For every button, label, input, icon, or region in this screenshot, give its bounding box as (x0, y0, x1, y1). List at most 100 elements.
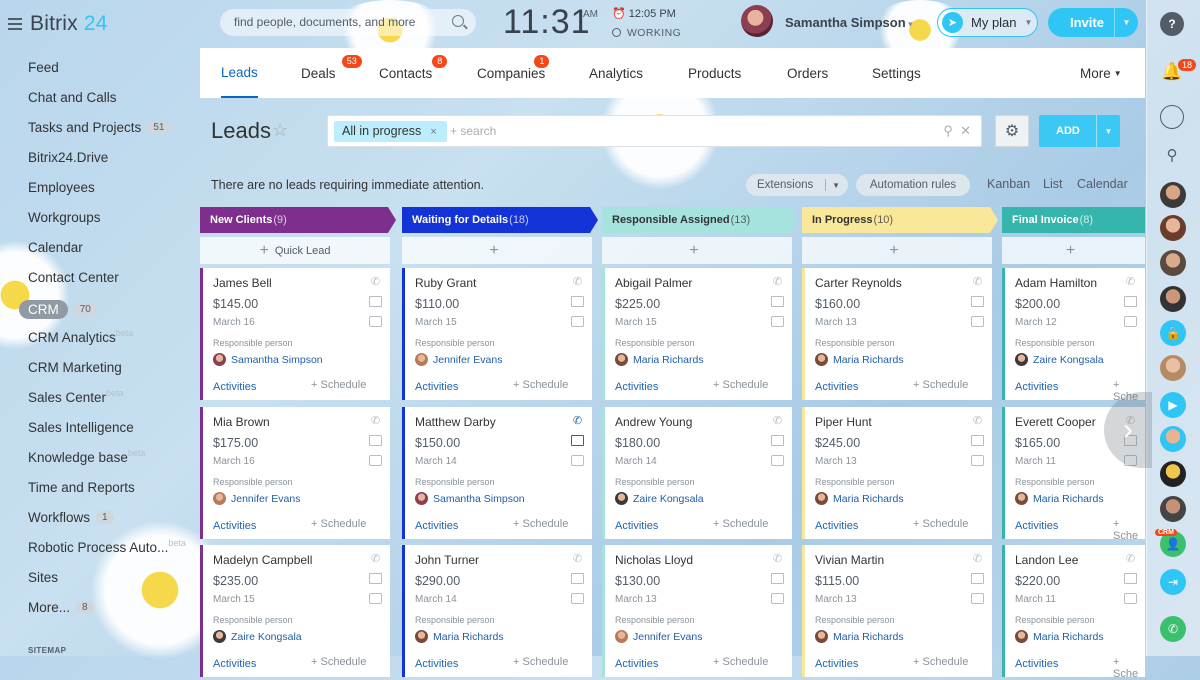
add-button[interactable]: ADD ▼ (1039, 115, 1120, 147)
close-icon[interactable]: ✕ (960, 123, 971, 138)
schedule-link[interactable]: + Schedule (913, 379, 968, 391)
phone-icon[interactable]: ✆ (571, 416, 584, 427)
menu-item-time-and-reports[interactable]: Time and Reports (28, 480, 135, 495)
menu-item-workflows[interactable]: Workflows 1 (28, 510, 114, 525)
responsible-person[interactable]: Maria Richards (1015, 492, 1104, 505)
menu-item-tasks-and-projects[interactable]: Tasks and Projects 51 (28, 120, 171, 135)
menu-item-calendar[interactable]: Calendar (28, 240, 83, 255)
responsible-person[interactable]: Jennifer Evans (615, 630, 702, 643)
menu-item-feed[interactable]: Feed (28, 60, 59, 75)
search-icon[interactable]: ⚲ (1160, 143, 1184, 167)
add-card-button[interactable]: + (802, 237, 992, 264)
phone-icon[interactable]: ✆ (971, 416, 984, 427)
lead-name[interactable]: Abigail Palmer (615, 276, 692, 290)
tab-settings[interactable]: Settings (872, 48, 921, 98)
chat-icon[interactable] (369, 455, 382, 466)
column-header[interactable]: In Progress (10) (802, 207, 998, 233)
schedule-link[interactable]: + Schedule (913, 656, 968, 668)
chat-icon[interactable] (771, 316, 784, 327)
contact-avatar[interactable] (1160, 426, 1186, 452)
add-card-button[interactable]: + (1002, 237, 1145, 264)
activities-link[interactable]: Activities (415, 658, 458, 670)
menu-item-crm-analytics[interactable]: CRM Analytics beta (28, 328, 133, 346)
menu-burger-icon[interactable] (8, 18, 22, 30)
chat-icon[interactable] (571, 316, 584, 327)
mail-icon[interactable] (771, 435, 784, 446)
menu-item-workgroups[interactable]: Workgroups (28, 210, 101, 225)
extensions-button[interactable]: Extensions ▼ (746, 174, 848, 196)
user-name[interactable]: Samantha Simpson (785, 15, 913, 30)
activities-link[interactable]: Activities (213, 520, 256, 532)
responsible-person[interactable]: Jennifer Evans (415, 353, 502, 366)
schedule-link[interactable]: + Schedule (311, 518, 366, 530)
activities-link[interactable]: Activities (615, 658, 658, 670)
chat-icon[interactable] (571, 593, 584, 604)
activities-link[interactable]: Activities (213, 381, 256, 393)
activities-link[interactable]: Activities (1015, 381, 1058, 393)
tab-companies[interactable]: Companies (477, 48, 545, 98)
view-calendar[interactable]: Calendar (1077, 177, 1128, 191)
mail-icon[interactable] (571, 296, 584, 307)
menu-item-sales-center[interactable]: Sales Center beta (28, 388, 124, 406)
responsible-person[interactable]: Maria Richards (615, 353, 704, 366)
chat-icon[interactable] (971, 593, 984, 604)
chat-icon[interactable] (971, 316, 984, 327)
lead-name[interactable]: Madelyn Campbell (213, 553, 312, 567)
lead-card[interactable]: Mia Brown $175.00 March 16 Responsible pers… (200, 407, 390, 539)
responsible-person[interactable]: Zaire Kongsala (1015, 353, 1104, 366)
schedule-link[interactable]: + Schedule (513, 379, 568, 391)
mail-icon[interactable] (571, 435, 584, 446)
mail-icon[interactable] (971, 573, 984, 584)
activities-link[interactable]: Activities (815, 658, 858, 670)
phone-icon[interactable]: ✆ (1160, 616, 1186, 642)
lead-name[interactable]: Matthew Darby (415, 415, 496, 429)
schedule-link[interactable]: + Sche (1113, 656, 1145, 680)
menu-item-sites[interactable]: Sites (28, 570, 58, 585)
activities-link[interactable]: Activities (1015, 658, 1058, 670)
lead-name[interactable]: Landon Lee (1015, 553, 1078, 567)
chat-icon[interactable] (1160, 105, 1184, 129)
phone-icon[interactable]: ✆ (369, 277, 382, 288)
lead-card[interactable]: James Bell $145.00 March 16 Responsible per… (200, 268, 390, 400)
lead-card[interactable]: Carter Reynolds $160.00 March 13 Responsibl… (802, 268, 992, 400)
schedule-link[interactable]: + Schedule (311, 379, 366, 391)
activities-link[interactable]: Activities (815, 520, 858, 532)
lead-card[interactable]: John Turner $290.00 March 14 Responsible pe… (402, 545, 592, 677)
menu-item-more[interactable]: More... 8 (28, 600, 94, 615)
responsible-person[interactable]: Maria Richards (815, 353, 904, 366)
view-list[interactable]: List (1043, 177, 1062, 191)
tab-contacts[interactable]: Contacts (379, 48, 432, 98)
lead-card[interactable]: Nicholas Lloyd $130.00 March 13 Responsible… (602, 545, 792, 677)
contact-avatar[interactable] (1160, 496, 1186, 522)
mail-icon[interactable] (971, 435, 984, 446)
add-dropdown-icon[interactable]: ▼ (1096, 115, 1120, 147)
contact-avatar[interactable] (1160, 182, 1186, 208)
schedule-link[interactable]: + Schedule (513, 656, 568, 668)
mail-icon[interactable] (369, 296, 382, 307)
tab-more[interactable]: More ▼ (1080, 48, 1122, 98)
responsible-person[interactable]: Zaire Kongsala (615, 492, 704, 505)
chat-icon[interactable] (369, 593, 382, 604)
activities-link[interactable]: Activities (1015, 520, 1058, 532)
tab-deals[interactable]: Deals (301, 48, 336, 98)
chat-icon[interactable] (771, 455, 784, 466)
lead-name[interactable]: Nicholas Lloyd (615, 553, 693, 567)
phone-icon[interactable]: ✆ (369, 554, 382, 565)
view-kanban[interactable]: Kanban (987, 177, 1030, 191)
activities-link[interactable]: Activities (415, 520, 458, 532)
sitemap-link[interactable]: SITEMAP (28, 646, 66, 655)
chat-icon[interactable] (771, 593, 784, 604)
tab-orders[interactable]: Orders (787, 48, 828, 98)
mail-icon[interactable] (571, 573, 584, 584)
phone-icon[interactable]: ✆ (369, 416, 382, 427)
menu-item-crm-marketing[interactable]: CRM Marketing (28, 360, 122, 375)
add-card-button[interactable]: + (602, 237, 792, 264)
lead-name[interactable]: Piper Hunt (815, 415, 872, 429)
phone-icon[interactable]: ✆ (971, 554, 984, 565)
chat-icon[interactable] (971, 455, 984, 466)
my-plan-button[interactable]: ➤ My plan ▼ (937, 8, 1038, 37)
lead-name[interactable]: James Bell (213, 276, 272, 290)
lead-card[interactable]: Adam Hamilton $200.00 March 12 Responsible … (1002, 268, 1145, 403)
video-icon[interactable]: ▶ (1160, 392, 1186, 418)
tab-products[interactable]: Products (688, 48, 741, 98)
